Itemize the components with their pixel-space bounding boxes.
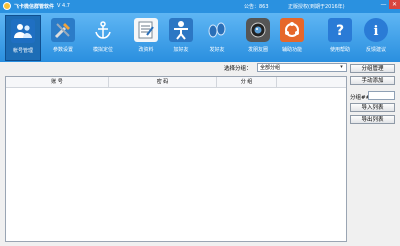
toolbar-tools-label: 辅助功能	[281, 47, 302, 53]
group-filter-select[interactable]: 全部分组 ▾	[257, 63, 347, 72]
app-version: V 4.7	[57, 3, 70, 9]
window-controls: — ✕	[378, 0, 400, 9]
title-bar: 飞卡微信群管软件 V 4.7 公告：863 正版授权(到期于2016年) — ✕	[0, 0, 400, 13]
app-title: 飞卡微信群管软件	[14, 3, 55, 10]
toolbar-moments[interactable]: 发朋友圈	[240, 15, 276, 61]
edit-profile-icon	[134, 18, 158, 42]
accounts-icon	[11, 19, 35, 43]
account-list[interactable]: 账 号 密 码 分 组	[5, 76, 347, 242]
column-header-account[interactable]: 账 号	[6, 77, 109, 87]
info-icon: i	[364, 18, 388, 42]
close-button[interactable]: ✕	[389, 0, 400, 9]
toolbar-moments-label: 发朋友圈	[247, 47, 268, 53]
toolbar-settings[interactable]: 参数设置	[45, 15, 81, 61]
import-list-button[interactable]: 导入列表	[350, 103, 395, 112]
notice-count: 公告：863	[244, 4, 269, 10]
main-toolbar: 帐号管理 参数设置 模拟定位 改资料 加好友 发好友 发朋友圈 辅助功能 ? 使…	[0, 13, 400, 62]
column-header-group[interactable]: 分 组	[217, 77, 277, 87]
svg-text:i: i	[374, 24, 379, 39]
send-friend-icon	[205, 18, 229, 42]
group-filter-label: 选择分组：	[224, 66, 252, 72]
app-logo-icon	[3, 2, 11, 10]
minimize-button[interactable]: —	[378, 0, 389, 9]
toolbar-add-friend[interactable]: 加好友	[163, 15, 199, 61]
settings-icon	[51, 18, 75, 42]
anchor-icon	[91, 18, 115, 42]
toolbar-send-friend-label: 发好友	[209, 47, 225, 53]
export-list-button[interactable]: 导出列表	[350, 115, 395, 124]
manual-add-button[interactable]: 手动添加	[350, 76, 395, 85]
toolbar-accounts[interactable]: 帐号管理	[5, 15, 41, 61]
group-number-input[interactable]	[368, 91, 395, 100]
toolbar-feedback-label: 反馈建议	[365, 47, 386, 53]
tools-icon	[280, 18, 304, 42]
toolbar-edit-profile-label: 改资料	[138, 47, 154, 53]
toolbar-help[interactable]: ? 使用帮助	[322, 15, 358, 61]
toolbar-accounts-label: 帐号管理	[12, 48, 33, 54]
app-window: 飞卡微信群管软件 V 4.7 公告：863 正版授权(到期于2016年) — ✕…	[0, 0, 400, 246]
chevron-down-icon: ▾	[340, 64, 343, 70]
title-left: 飞卡微信群管软件 V 4.7	[3, 2, 70, 10]
add-friend-icon	[169, 18, 193, 42]
camera-icon	[246, 18, 270, 42]
column-header-password[interactable]: 密 码	[109, 77, 217, 87]
toolbar-settings-label: 参数设置	[52, 47, 73, 53]
toolbar-help-label: 使用帮助	[329, 47, 350, 53]
license-status: 正版授权(到期于2016年)	[288, 4, 345, 10]
toolbar-add-friend-label: 加好友	[173, 47, 189, 53]
toolbar-location-label: 模拟定位	[92, 47, 113, 53]
toolbar-tools[interactable]: 辅助功能	[274, 15, 310, 61]
toolbar-edit-profile[interactable]: 改资料	[128, 15, 164, 61]
group-manage-button[interactable]: 分组管理	[350, 64, 395, 73]
group-filter-value: 全部分组	[260, 65, 281, 71]
account-list-header: 账 号 密 码 分 组	[6, 77, 346, 88]
svg-text:?: ?	[336, 23, 344, 39]
main-area: 选择分组： 全部分组 ▾ 账 号 密 码 分 组 分组管理 手动添加 分组## …	[0, 62, 400, 246]
toolbar-location[interactable]: 模拟定位	[85, 15, 121, 61]
toolbar-send-friend[interactable]: 发好友	[199, 15, 235, 61]
toolbar-feedback[interactable]: i 反馈建议	[358, 15, 394, 61]
help-icon: ?	[328, 18, 352, 42]
